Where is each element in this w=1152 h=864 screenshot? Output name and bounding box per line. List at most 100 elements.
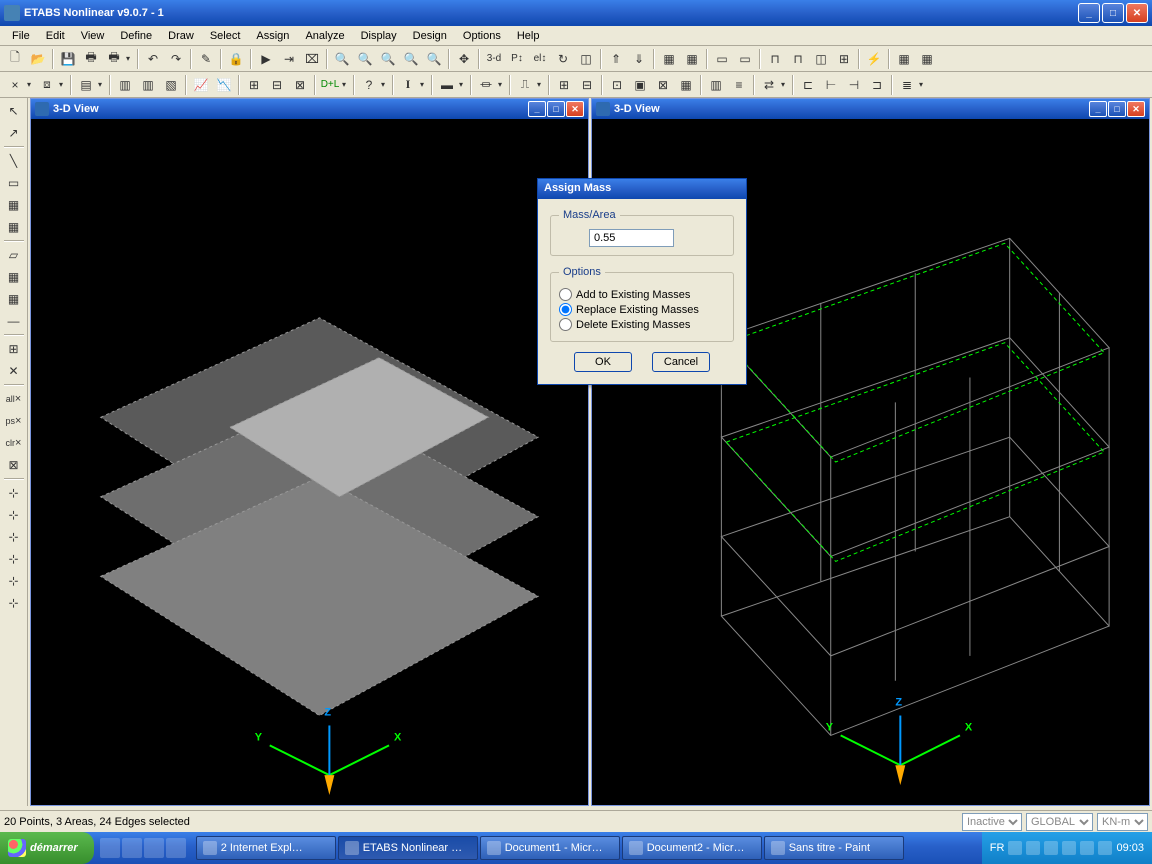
tool2-a-icon[interactable]: ⊞ — [553, 74, 575, 96]
rect-tool-icon[interactable]: ▭ — [3, 172, 25, 194]
menu-edit[interactable]: Edit — [38, 28, 73, 44]
view-close-button[interactable]: ✕ — [566, 101, 584, 117]
print-dd-icon[interactable]: 🖶 — [103, 48, 125, 70]
view-elev-icon[interactable]: el↕ — [529, 48, 551, 70]
mode-a-icon[interactable]: ⊞ — [243, 74, 265, 96]
snap-b-icon[interactable]: ⊹ — [3, 504, 25, 526]
view-plan-icon[interactable]: P↕ — [506, 48, 528, 70]
task-item[interactable]: Sans titre - Paint — [764, 836, 904, 860]
rubber-icon[interactable]: ⌧ — [301, 48, 323, 70]
view-max-button[interactable]: □ — [1108, 101, 1126, 117]
tool2-e-icon[interactable]: ⊠ — [652, 74, 674, 96]
task-item[interactable]: Document1 - Micr… — [480, 836, 620, 860]
status-dropdown-mode[interactable]: Inactive — [962, 813, 1022, 831]
minus-icon[interactable]: — — [3, 310, 25, 332]
link-icon[interactable]: ⇄ — [758, 74, 780, 96]
area-tool-icon[interactable]: ▦ — [3, 194, 25, 216]
menu-draw[interactable]: Draw — [160, 28, 202, 44]
radio-replace[interactable]: Replace Existing Masses — [559, 303, 725, 316]
help-icon[interactable]: ? — [358, 74, 380, 96]
tray-icon[interactable] — [1008, 841, 1022, 855]
undo-icon[interactable]: ↶ — [142, 48, 164, 70]
text-icon[interactable]: I — [397, 74, 419, 96]
dim-c-icon[interactable]: ⊣ — [843, 74, 865, 96]
box-a-icon[interactable]: ▭ — [711, 48, 733, 70]
obj-d-icon[interactable]: ⊞ — [833, 48, 855, 70]
span-icon[interactable]: ⎍ — [514, 74, 536, 96]
view-max-button[interactable]: □ — [547, 101, 565, 117]
zoom-full-icon[interactable]: 🔍 — [377, 48, 399, 70]
ql-icon[interactable] — [100, 838, 120, 858]
window-icon[interactable]: ⊞ — [3, 338, 25, 360]
all-label-icon[interactable]: all× — [3, 388, 25, 410]
shade1-icon[interactable]: ▦ — [3, 266, 25, 288]
select-icon[interactable]: ↖ — [3, 100, 25, 122]
fill-icon[interactable]: ▬ — [436, 74, 458, 96]
minimize-button[interactable]: _ — [1078, 3, 1100, 23]
zoom-in-icon[interactable]: 🔍 — [331, 48, 353, 70]
radio-delete[interactable]: Delete Existing Masses — [559, 318, 725, 331]
lang-indicator[interactable]: FR — [990, 842, 1005, 854]
task-item[interactable]: 2 Internet Expl… — [196, 836, 336, 860]
rotate-icon[interactable]: ↻ — [552, 48, 574, 70]
point-icon[interactable]: × — [4, 74, 26, 96]
clock[interactable]: 09:03 — [1116, 842, 1144, 854]
view-min-button[interactable]: _ — [528, 101, 546, 117]
obj-c-icon[interactable]: ◫ — [810, 48, 832, 70]
grid-a-icon[interactable]: ▦ — [658, 48, 680, 70]
menu-assign[interactable]: Assign — [248, 28, 297, 44]
menu-view[interactable]: View — [73, 28, 113, 44]
label-icon[interactable]: D+L — [319, 74, 341, 96]
ps-label-icon[interactable]: ps× — [3, 410, 25, 432]
area-icon[interactable]: ▤ — [75, 74, 97, 96]
tray-icon[interactable] — [1080, 841, 1094, 855]
snap-c-icon[interactable]: ⊹ — [3, 526, 25, 548]
obj-a-icon[interactable]: ⊓ — [764, 48, 786, 70]
tool2-d-icon[interactable]: ▣ — [629, 74, 651, 96]
menu-design[interactable]: Design — [405, 28, 455, 44]
grid-tool-icon[interactable]: ▦ — [3, 216, 25, 238]
task-item[interactable]: Document2 - Micr… — [622, 836, 762, 860]
zoom-out-icon[interactable]: 🔍 — [354, 48, 376, 70]
dim-b-icon[interactable]: ⊢ — [820, 74, 842, 96]
snap-f-icon[interactable]: ⊹ — [3, 592, 25, 614]
lock-icon[interactable]: 🔒 — [225, 48, 247, 70]
tool-c-icon[interactable]: ▧ — [160, 74, 182, 96]
close-button[interactable]: ✕ — [1126, 3, 1148, 23]
tool2-c-icon[interactable]: ⊡ — [606, 74, 628, 96]
tool2-f-icon[interactable]: ▦ — [675, 74, 697, 96]
view-close-button[interactable]: ✕ — [1127, 101, 1145, 117]
menu-help[interactable]: Help — [509, 28, 548, 44]
int-icon[interactable]: ⊠ — [3, 454, 25, 476]
menu-analyze[interactable]: Analyze — [297, 28, 352, 44]
line-tool-icon[interactable]: ╲ — [3, 150, 25, 172]
pier-icon[interactable]: ⏛ — [475, 74, 497, 96]
dim-d-icon[interactable]: ⊐ — [866, 74, 888, 96]
poly-tool-icon[interactable]: ▱ — [3, 244, 25, 266]
print-icon[interactable]: 🖶 — [80, 48, 102, 70]
menu-options[interactable]: Options — [455, 28, 509, 44]
tray-icon[interactable] — [1098, 841, 1112, 855]
ok-button[interactable]: OK — [574, 352, 632, 372]
redo-icon[interactable]: ↷ — [165, 48, 187, 70]
clr-label-icon[interactable]: clr× — [3, 432, 25, 454]
menu-file[interactable]: File — [4, 28, 38, 44]
maximize-button[interactable]: □ — [1102, 3, 1124, 23]
ql-icon[interactable] — [166, 838, 186, 858]
bars-a-icon[interactable]: ▥ — [705, 74, 727, 96]
cross-icon[interactable]: ✕ — [3, 360, 25, 382]
task-item[interactable]: ETABS Nonlinear … — [338, 836, 478, 860]
status-dropdown-coord[interactable]: GLOBAL — [1026, 813, 1093, 831]
zoom-prev-icon[interactable]: 🔍 — [400, 48, 422, 70]
menu-define[interactable]: Define — [112, 28, 160, 44]
new-icon[interactable]: 🗋 — [4, 48, 26, 70]
obj-b-icon[interactable]: ⊓ — [787, 48, 809, 70]
status-dropdown-units[interactable]: KN-m — [1097, 813, 1148, 831]
view-min-button[interactable]: _ — [1089, 101, 1107, 117]
arrow-down-icon[interactable]: ⇓ — [628, 48, 650, 70]
graph-b-icon[interactable]: 📉 — [213, 74, 235, 96]
frame-icon[interactable]: ⧈ — [36, 74, 58, 96]
menu-display[interactable]: Display — [353, 28, 405, 44]
ql-icon[interactable] — [122, 838, 142, 858]
last-icon[interactable]: ≣ — [896, 74, 918, 96]
